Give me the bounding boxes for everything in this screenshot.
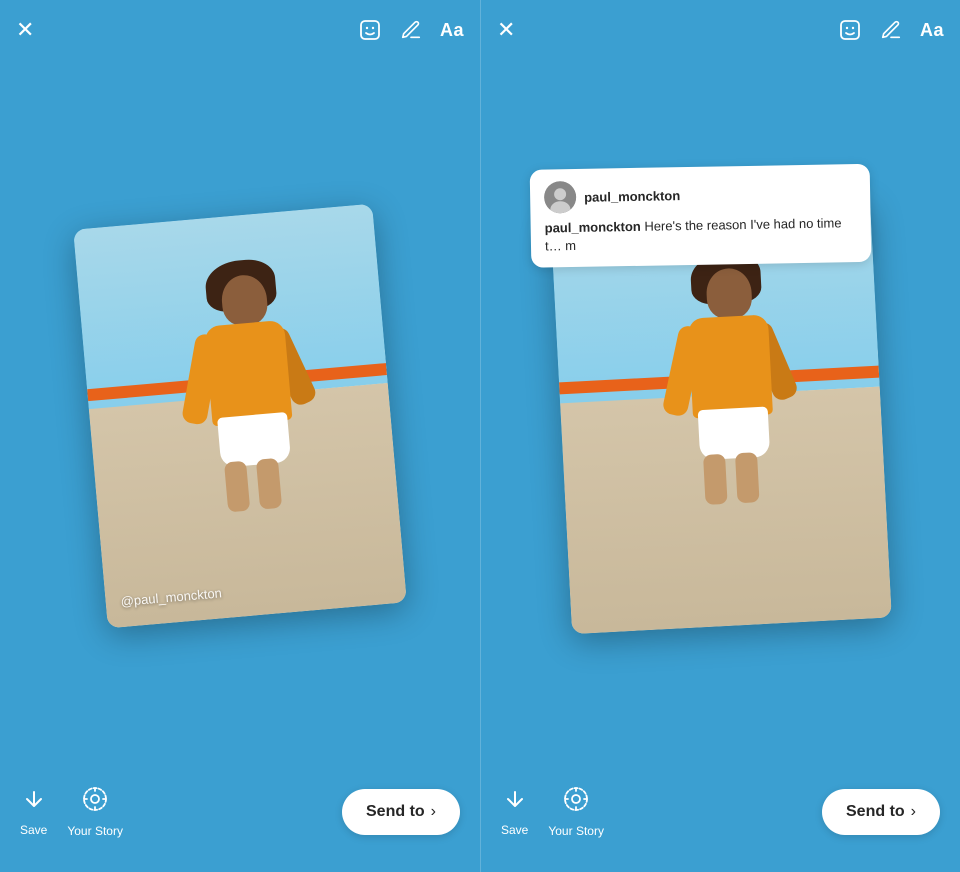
story-icon-right xyxy=(563,786,589,818)
content-area-right: paul_monckton paul_monckton Here's the r… xyxy=(481,60,960,772)
bottom-bar-right: Save Your Story Send to › xyxy=(481,772,960,872)
save-action-left[interactable]: Save xyxy=(20,787,47,837)
figure-leg-1-left xyxy=(224,461,250,513)
figure-leg-1-right xyxy=(703,454,728,505)
figure-legs-left xyxy=(224,458,282,513)
right-panel: ✕ Aa xyxy=(480,0,960,872)
save-label-left: Save xyxy=(20,823,47,837)
repost-username-header: paul_monckton xyxy=(584,188,680,205)
draw-icon-left[interactable] xyxy=(400,19,422,41)
left-panel: ✕ Aa xyxy=(0,0,480,872)
close-button-left[interactable]: ✕ xyxy=(16,17,34,43)
save-label-right: Save xyxy=(501,823,528,837)
top-bar-left: ✕ Aa xyxy=(0,0,480,60)
save-icon-right xyxy=(503,787,527,817)
story-label-left: Your Story xyxy=(67,824,123,838)
figure-body-right xyxy=(687,314,772,418)
repost-avatar xyxy=(543,181,576,214)
send-button-right[interactable]: Send to › xyxy=(822,789,940,835)
send-button-left[interactable]: Send to › xyxy=(342,789,460,835)
send-arrow-right: › xyxy=(911,803,916,821)
draw-icon-right[interactable] xyxy=(880,19,902,41)
story-icon-left xyxy=(82,786,108,818)
figure-leg-2-right xyxy=(734,452,759,503)
content-area-left: @paul_monckton xyxy=(0,60,480,772)
text-tool-right[interactable]: Aa xyxy=(920,20,944,41)
repost-caption-username: paul_monckton xyxy=(544,219,640,236)
figure-leg-2-left xyxy=(256,458,282,510)
photo-bg-left: @paul_monckton xyxy=(73,204,407,629)
figure-legs-right xyxy=(703,452,760,505)
figure-body-left xyxy=(204,320,292,427)
text-tool-left[interactable]: Aa xyxy=(440,20,464,41)
top-bar-right: ✕ Aa xyxy=(481,0,960,60)
send-label-right: Send to xyxy=(846,803,905,821)
repost-card-content: paul_monckton Here's the reason I've had… xyxy=(544,214,857,256)
save-action-right[interactable]: Save xyxy=(501,787,528,837)
send-label-left: Send to xyxy=(366,803,425,821)
photo-figure-left xyxy=(180,270,319,500)
story-action-right[interactable]: Your Story xyxy=(548,786,604,838)
story-label-right: Your Story xyxy=(548,824,604,838)
photo-figure-right xyxy=(665,265,796,491)
photo-card-left: @paul_monckton xyxy=(73,204,407,629)
repost-card: paul_monckton paul_monckton Here's the r… xyxy=(529,164,871,268)
close-button-right[interactable]: ✕ xyxy=(497,17,515,43)
photo-card-right: paul_monckton paul_monckton Here's the r… xyxy=(550,198,892,634)
repost-card-header: paul_monckton xyxy=(543,176,856,213)
bottom-left-left: Save Your Story xyxy=(20,786,123,838)
story-action-left[interactable]: Your Story xyxy=(67,786,123,838)
bottom-left-right: Save Your Story xyxy=(501,786,604,838)
save-icon-left xyxy=(22,787,46,817)
bottom-bar-left: Save Your Story Send to xyxy=(0,772,480,872)
sticker-icon-left[interactable] xyxy=(358,18,382,42)
figure-bottom-right xyxy=(697,407,770,461)
send-arrow-left: › xyxy=(431,803,436,821)
sticker-icon-right[interactable] xyxy=(838,18,862,42)
